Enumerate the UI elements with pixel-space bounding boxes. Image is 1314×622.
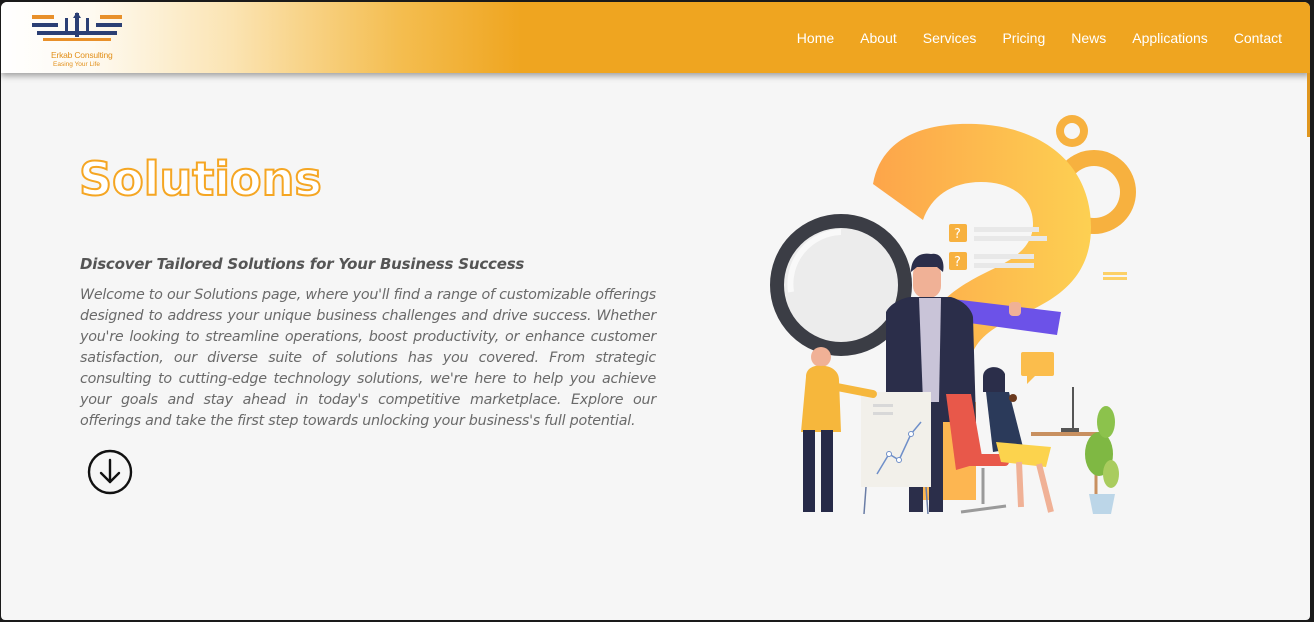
nav-home[interactable]: Home	[797, 30, 834, 46]
brand-logo[interactable]: Erkab Consulting Easing Your Life	[29, 12, 125, 68]
nav-pricing[interactable]: Pricing	[1002, 30, 1045, 46]
navbar: Erkab Consulting Easing Your Life Home A…	[1, 2, 1310, 73]
hero-description: Welcome to our Solutions page, where you…	[80, 287, 656, 429]
nav-about[interactable]: About	[860, 30, 897, 46]
nav-contact[interactable]: Contact	[1234, 30, 1282, 46]
svg-text:?: ?	[954, 227, 961, 242]
gear-small-icon	[1056, 115, 1088, 147]
brand-tagline: Easing Your Life	[53, 61, 100, 68]
scrollbar-thumb[interactable]	[1307, 73, 1310, 137]
svg-text:?: ?	[954, 255, 961, 270]
brand-name: Erkab Consulting	[51, 50, 113, 60]
hero-subtitle: Discover Tailored Solutions for Your Bus…	[80, 255, 525, 273]
hero-illustration: ? ?	[761, 102, 1161, 532]
nav-services[interactable]: Services	[923, 30, 977, 46]
arrow-down-circle-icon	[87, 449, 133, 495]
page-frame: Erkab Consulting Easing Your Life Home A…	[1, 2, 1310, 620]
page-title: Solutions	[78, 151, 323, 207]
main-nav: Home About Services Pricing News Applica…	[771, 30, 1282, 46]
logo-emblem-icon	[32, 12, 122, 41]
team-question-mark-illustration: ? ?	[770, 115, 1136, 515]
nav-applications[interactable]: Applications	[1132, 30, 1208, 46]
nav-news[interactable]: News	[1071, 30, 1106, 46]
scroll-down-button[interactable]	[87, 449, 133, 495]
